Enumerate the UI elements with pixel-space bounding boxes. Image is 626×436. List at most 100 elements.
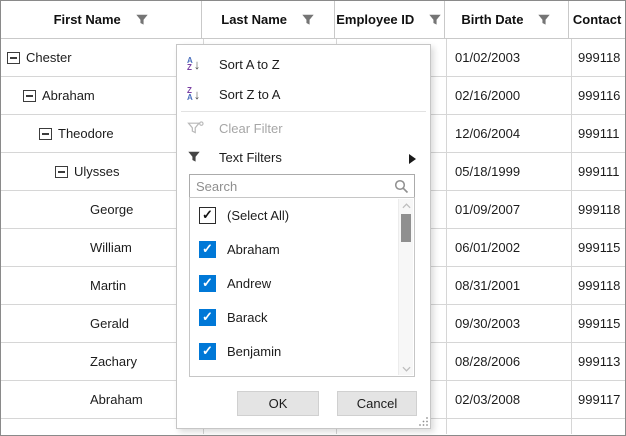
- checkbox-checked[interactable]: ✓: [199, 343, 216, 360]
- birth-date-cell: 09/30/2003: [446, 305, 571, 342]
- menu-item-sort-a-to-z[interactable]: AZ↓ Sort A to Z: [177, 49, 430, 79]
- collapse-expander-icon[interactable]: [39, 128, 52, 140]
- column-divider: [446, 39, 447, 434]
- first-name-text: Martin: [90, 278, 126, 293]
- menu-item-text-filters[interactable]: Text Filters: [177, 142, 430, 172]
- text-filters-icon: [187, 150, 211, 164]
- checkbox-checked[interactable]: ✓: [199, 377, 216, 378]
- contact-cell: 999118: [571, 267, 626, 304]
- birth-date-cell: 02/03/2008: [446, 381, 571, 418]
- search-input[interactable]: [190, 179, 394, 194]
- collapse-expander-icon[interactable]: [7, 52, 20, 64]
- filter-list-item-label: Benjamin: [227, 344, 281, 359]
- scroll-down-icon[interactable]: [399, 362, 413, 375]
- contact-cell: 999117: [571, 381, 626, 418]
- checkbox-checked[interactable]: ✓: [199, 241, 216, 258]
- first-name-cell: Chester: [1, 39, 203, 76]
- column-header-contact[interactable]: Contact: [569, 1, 625, 38]
- contact-cell: 999113: [571, 343, 626, 380]
- filter-funnel-icon[interactable]: [135, 13, 149, 27]
- first-name-cell: George: [1, 191, 203, 228]
- column-header-label: Contact: [573, 12, 621, 27]
- first-name-text: Chester: [26, 50, 72, 65]
- first-name-text: Abraham: [42, 88, 95, 103]
- column-header-birth-date[interactable]: Birth Date: [445, 1, 570, 38]
- contact-cell: 999115: [571, 229, 626, 266]
- birth-date-cell: 01/09/2007: [446, 191, 571, 228]
- first-name-text: William: [90, 240, 132, 255]
- scroll-thumb[interactable]: [401, 214, 411, 242]
- checkbox-checked[interactable]: ✓: [199, 309, 216, 326]
- column-header-label: Last Name: [221, 12, 287, 27]
- birth-date-cell: 06/01/2002: [446, 229, 571, 266]
- menu-item-sort-z-to-a[interactable]: ZA↓ Sort Z to A: [177, 79, 430, 109]
- first-name-cell: Abraham: [1, 77, 203, 114]
- filter-list-item[interactable]: ✓ Abraham: [190, 232, 414, 266]
- first-name-text: Zachary: [90, 354, 137, 369]
- ok-button[interactable]: OK: [237, 391, 319, 416]
- sort-az-icon: AZ↓: [187, 57, 211, 72]
- birth-date-cell: 08/28/2006: [446, 343, 571, 380]
- birth-date-cell: 02/16/2000: [446, 77, 571, 114]
- column-header-label: Employee ID: [336, 12, 414, 27]
- column-header-employee-id[interactable]: Employee ID: [335, 1, 445, 38]
- first-name-text: Abraham: [90, 392, 143, 407]
- first-name-cell: William: [1, 229, 203, 266]
- contact-cell: 999118: [571, 191, 626, 228]
- first-name-text: Gerald: [90, 316, 129, 331]
- menu-separator: [181, 111, 426, 112]
- menu-item-label: Sort Z to A: [219, 87, 280, 102]
- checkbox-checked[interactable]: ✓: [199, 207, 216, 224]
- filter-list-item-label: Andrew: [227, 276, 271, 291]
- column-divider: [571, 39, 572, 434]
- contact-cell: 999116: [571, 77, 626, 114]
- filter-list-item[interactable]: ✓Bill: [190, 368, 414, 377]
- search-icon[interactable]: [394, 179, 409, 194]
- sort-za-icon: ZA↓: [187, 87, 211, 102]
- filter-list-item[interactable]: ✓ Barack: [190, 300, 414, 334]
- scrollbar[interactable]: [398, 199, 413, 375]
- birth-date-cell: 12/06/2004: [446, 115, 571, 152]
- menu-item-clear-filter: Clear Filter: [177, 113, 430, 143]
- filter-funnel-icon[interactable]: [301, 13, 315, 27]
- filter-list-item-label: Barack: [227, 310, 267, 325]
- contact-cell: 999115: [571, 305, 626, 342]
- column-header-label: Birth Date: [461, 12, 523, 27]
- column-header-first-name[interactable]: First Name: [1, 1, 202, 38]
- filter-list-item[interactable]: ✓ (Select All): [190, 198, 414, 232]
- first-name-text: George: [90, 202, 133, 217]
- birth-date-cell: 01/02/2003: [446, 39, 571, 76]
- menu-item-label: Text Filters: [219, 150, 282, 165]
- collapse-expander-icon[interactable]: [23, 90, 36, 102]
- filter-popup: AZ↓ Sort A to Z ZA↓ Sort Z to A Clear Fi…: [176, 44, 431, 429]
- checkbox-checked[interactable]: ✓: [199, 275, 216, 292]
- cancel-button[interactable]: Cancel: [337, 391, 417, 416]
- filter-list-item-label: (Select All): [227, 208, 289, 223]
- resize-grip-icon[interactable]: [419, 417, 428, 426]
- first-name-text: Theodore: [58, 126, 114, 141]
- filter-funnel-icon[interactable]: [428, 13, 442, 27]
- filter-list-item-label: Abraham: [227, 242, 280, 257]
- scroll-up-icon[interactable]: [399, 199, 413, 212]
- menu-item-label: Clear Filter: [219, 121, 283, 136]
- first-name-cell: Theodore: [1, 115, 203, 152]
- menu-item-label: Sort A to Z: [219, 57, 280, 72]
- first-name-cell: Gerald: [1, 305, 203, 342]
- clear-filter-icon: [187, 121, 211, 135]
- collapse-expander-icon[interactable]: [55, 166, 68, 178]
- filter-list: ✓ (Select All) ✓ Abraham ✓ Andrew ✓ Barack ✓ Benj…: [189, 197, 415, 377]
- first-name-cell: Zachary: [1, 343, 203, 380]
- first-name-cell: Abraham: [1, 381, 203, 418]
- tree-grid: First Name Last Name Employee ID Birth Date…: [0, 0, 626, 436]
- column-header-last-name[interactable]: Last Name: [202, 1, 335, 38]
- filter-list-item[interactable]: ✓ Andrew: [190, 266, 414, 300]
- first-name-cell: Martin: [1, 267, 203, 304]
- contact-cell: 999111: [571, 115, 626, 152]
- first-name-cell: Ulysses: [1, 153, 203, 190]
- contact-cell: 999111: [571, 153, 626, 190]
- birth-date-cell: 05/18/1999: [446, 153, 571, 190]
- filter-list-item[interactable]: ✓ Benjamin: [190, 334, 414, 368]
- birth-date-cell: 08/31/2001: [446, 267, 571, 304]
- filter-funnel-icon[interactable]: [537, 13, 551, 27]
- search-box: [189, 174, 415, 199]
